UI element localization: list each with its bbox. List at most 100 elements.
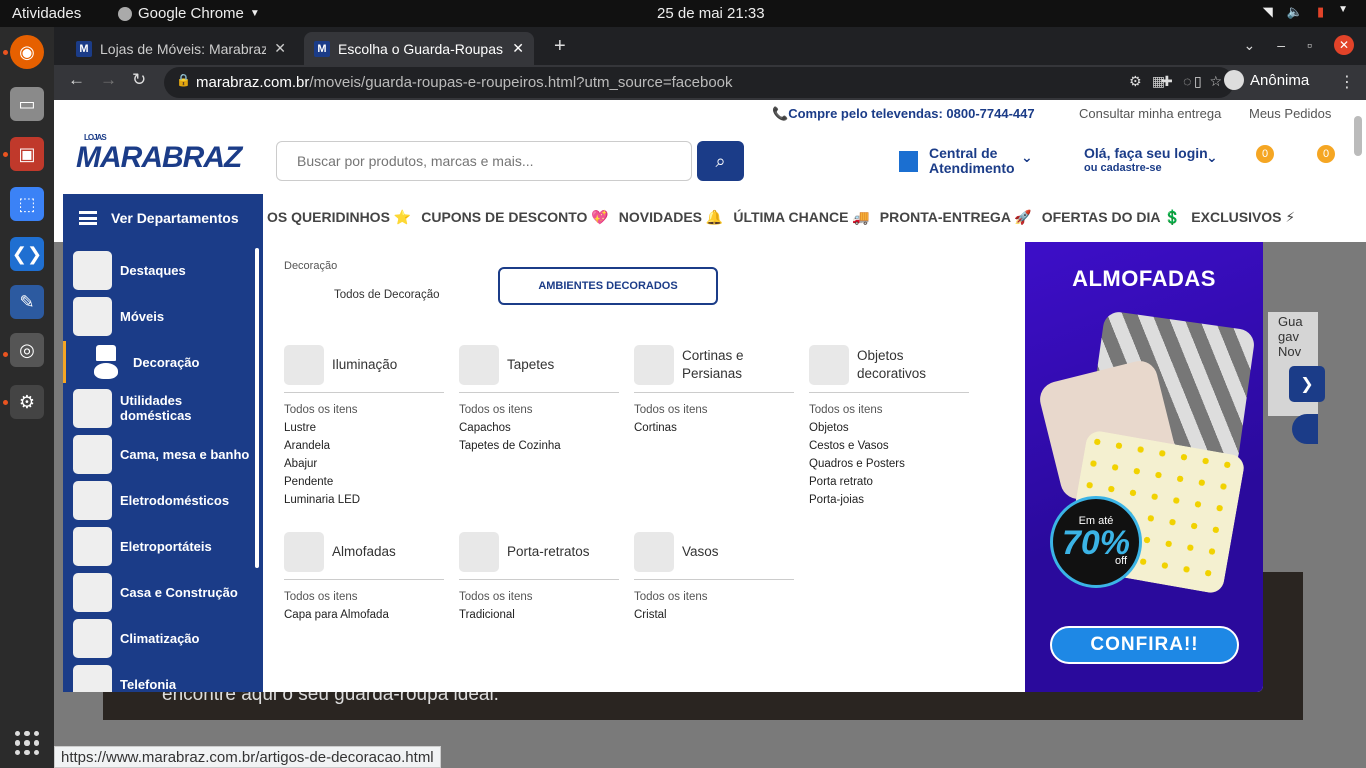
forward-button[interactable]: → [100, 70, 117, 90]
department-item-decoracao[interactable]: Decoração [63, 341, 255, 383]
subcategory-link[interactable]: Cestos e Vasos [809, 437, 969, 455]
department-item-eletrodomesticos[interactable]: Eletrodomésticos [73, 479, 253, 521]
sidebar-scrollbar[interactable] [255, 248, 259, 568]
subcategory-header[interactable]: Vasos [634, 529, 794, 580]
sidepanel-icon[interactable]: ▯ [1194, 73, 1202, 90]
app-icon[interactable]: ✎ [10, 285, 44, 319]
category-link[interactable]: ÚLTIMA CHANCE 🚚 [733, 209, 869, 226]
settings-icon[interactable]: ⚙ [10, 385, 44, 419]
subcategory-header[interactable]: Iluminação [284, 342, 444, 393]
subcategory-link[interactable]: Lustre [284, 419, 444, 437]
favorites-badge[interactable]: 0 [1256, 145, 1274, 163]
logo[interactable]: LOJAS MARABRAZ [76, 133, 242, 175]
minimize-button[interactable]: – [1277, 37, 1285, 53]
subcategory-link[interactable]: Capachos [459, 419, 619, 437]
puzzle-icon[interactable]: ✚ [1161, 73, 1173, 90]
screenshot-tool-icon[interactable]: ▣ [10, 137, 44, 171]
category-link[interactable]: CUPONS DE DESCONTO 💖 [421, 209, 609, 226]
subcategory-link[interactable]: Objetos [809, 419, 969, 437]
extension-icon[interactable]: ⚙ [1129, 73, 1142, 90]
subcategory-link[interactable]: Arandela [284, 437, 444, 455]
subcategory-link[interactable]: Todos os itens [459, 401, 619, 419]
subcategory-header[interactable]: Porta-retratos [459, 529, 619, 580]
department-item-eletroportateis[interactable]: Eletroportáteis [73, 525, 253, 567]
vscode-icon[interactable]: ❮❯ [10, 237, 44, 271]
subcategory-link[interactable]: Quadros e Posters [809, 455, 969, 473]
tab-search-icon[interactable]: ⌄ [1244, 37, 1256, 54]
firefox-icon[interactable]: ◉ [10, 35, 44, 69]
chrome-icon[interactable]: ◎ [10, 333, 44, 367]
subcategory-link[interactable]: Porta-joias [809, 491, 969, 509]
profile-button[interactable]: Anônima [1224, 70, 1309, 90]
department-thumbnail [73, 664, 112, 692]
carousel-next-button[interactable]: ❯ [1289, 366, 1325, 402]
category-link[interactable]: OS QUERIDINHOS ⭐ [267, 209, 411, 226]
maximize-button[interactable]: ▫ [1307, 37, 1312, 53]
category-link[interactable]: OFERTAS DO DIA 💲 [1042, 209, 1182, 226]
apps-grid-icon[interactable] [15, 731, 39, 755]
clock[interactable]: 25 de mai 21:33 [657, 5, 765, 22]
subcategory-link[interactable]: Todos os itens [809, 401, 969, 419]
subcategory-link[interactable]: Todos os itens [284, 588, 444, 606]
back-button[interactable]: ← [68, 70, 85, 90]
department-item-climatizacao[interactable]: Climatização [73, 617, 253, 659]
all-decoracao-link[interactable]: Todos de Decoração [334, 289, 439, 301]
close-icon[interactable]: ✕ [274, 40, 286, 57]
system-tray[interactable]: ◥ 🔈 ▮ ▼ [1263, 4, 1348, 20]
tab-lojas[interactable]: M Lojas de Móveis: Marabraz ✕ [66, 32, 296, 65]
televendas-link[interactable]: 📞Compre pelo televendas: 0800-7744-447 [772, 106, 1035, 122]
department-item-moveis[interactable]: Móveis [73, 295, 253, 337]
subcategory-link[interactable]: Abajur [284, 455, 444, 473]
category-link[interactable]: PRONTA-ENTREGA 🚀 [880, 209, 1032, 226]
central-atendimento[interactable]: Central de Atendimento ⌄ [899, 146, 1033, 176]
activities-button[interactable]: Atividades [12, 5, 81, 22]
subcategory-link[interactable]: Tradicional [459, 606, 619, 624]
app-menu[interactable]: Google Chrome ▼ [118, 5, 260, 22]
login-area[interactable]: Olá, faça seu login ou cadastre-se ⌄ [1084, 146, 1218, 176]
subcategory-link[interactable]: Luminaria LED [284, 491, 444, 509]
new-tab-button[interactable]: + [554, 35, 566, 58]
subcategory-link[interactable]: Cristal [634, 606, 794, 624]
subcategory-link[interactable]: Todos os itens [634, 588, 794, 606]
subcategory-link[interactable]: Pendente [284, 473, 444, 491]
page-scrollbar[interactable] [1354, 116, 1362, 156]
cart-badge[interactable]: 0 [1317, 145, 1335, 163]
subcategory-link[interactable]: Todos os itens [284, 401, 444, 419]
address-bar[interactable]: 🔒 marabraz.com.br/moveis/guarda-roupas-e… [164, 67, 1234, 98]
almofadas-promo-banner[interactable]: ALMOFADAS Em até 70% off CONFIRA!! [1025, 242, 1263, 692]
subcategory-link[interactable]: Todos os itens [459, 588, 619, 606]
department-item-cama[interactable]: Cama, mesa e banho [73, 433, 253, 475]
confira-button[interactable]: CONFIRA!! [1050, 626, 1239, 664]
close-icon[interactable]: ✕ [512, 40, 524, 57]
subcategory-link[interactable]: Todos os itens [634, 401, 794, 419]
delivery-link[interactable]: Consultar minha entrega [1079, 106, 1221, 121]
screenshot-app-icon[interactable]: ⬚ [10, 187, 44, 221]
kebab-menu-icon[interactable]: ⋮ [1339, 72, 1355, 92]
search-button[interactable]: ⌕ [697, 141, 744, 181]
departments-button[interactable]: Ver Departamentos [63, 194, 263, 242]
category-link[interactable]: EXCLUSIVOS ⚡ [1191, 209, 1295, 226]
star-icon[interactable]: ☆ [1209, 73, 1222, 90]
department-item-utilidades[interactable]: Utilidades domésticas [73, 387, 253, 429]
orders-link[interactable]: Meus Pedidos [1249, 106, 1331, 121]
department-item-casa-construcao[interactable]: Casa e Construção [73, 571, 253, 613]
subcategory-link[interactable]: Porta retrato [809, 473, 969, 491]
department-item-telefonia[interactable]: Telefonia [73, 663, 253, 692]
subcategory-header[interactable]: Objetos decorativos [809, 342, 969, 393]
subcategory-link[interactable]: Capa para Almofada [284, 606, 444, 624]
ambientes-decorados-button[interactable]: AMBIENTES DECORADOS [498, 267, 718, 305]
reload-button[interactable]: ↻ [132, 70, 146, 90]
search-input[interactable] [276, 141, 692, 181]
subcategory-link[interactable]: Cortinas [634, 419, 794, 437]
tab-guarda-roupas[interactable]: M Escolha o Guarda-Roupas ✕ [304, 32, 534, 65]
eye-off-icon[interactable]: ◌ [1183, 73, 1191, 90]
subcategory-header[interactable]: Cortinas e Persianas [634, 342, 794, 393]
department-item-destaques[interactable]: Destaques [73, 249, 253, 291]
close-window-button[interactable]: ✕ [1334, 35, 1354, 55]
subcategory-link[interactable]: Tapetes de Cozinha [459, 437, 619, 455]
files-icon[interactable]: ▭ [10, 87, 44, 121]
breadcrumb[interactable]: Decoração [284, 260, 337, 272]
category-link[interactable]: NOVIDADES 🔔 [619, 209, 724, 226]
subcategory-header[interactable]: Almofadas [284, 529, 444, 580]
subcategory-header[interactable]: Tapetes [459, 342, 619, 393]
